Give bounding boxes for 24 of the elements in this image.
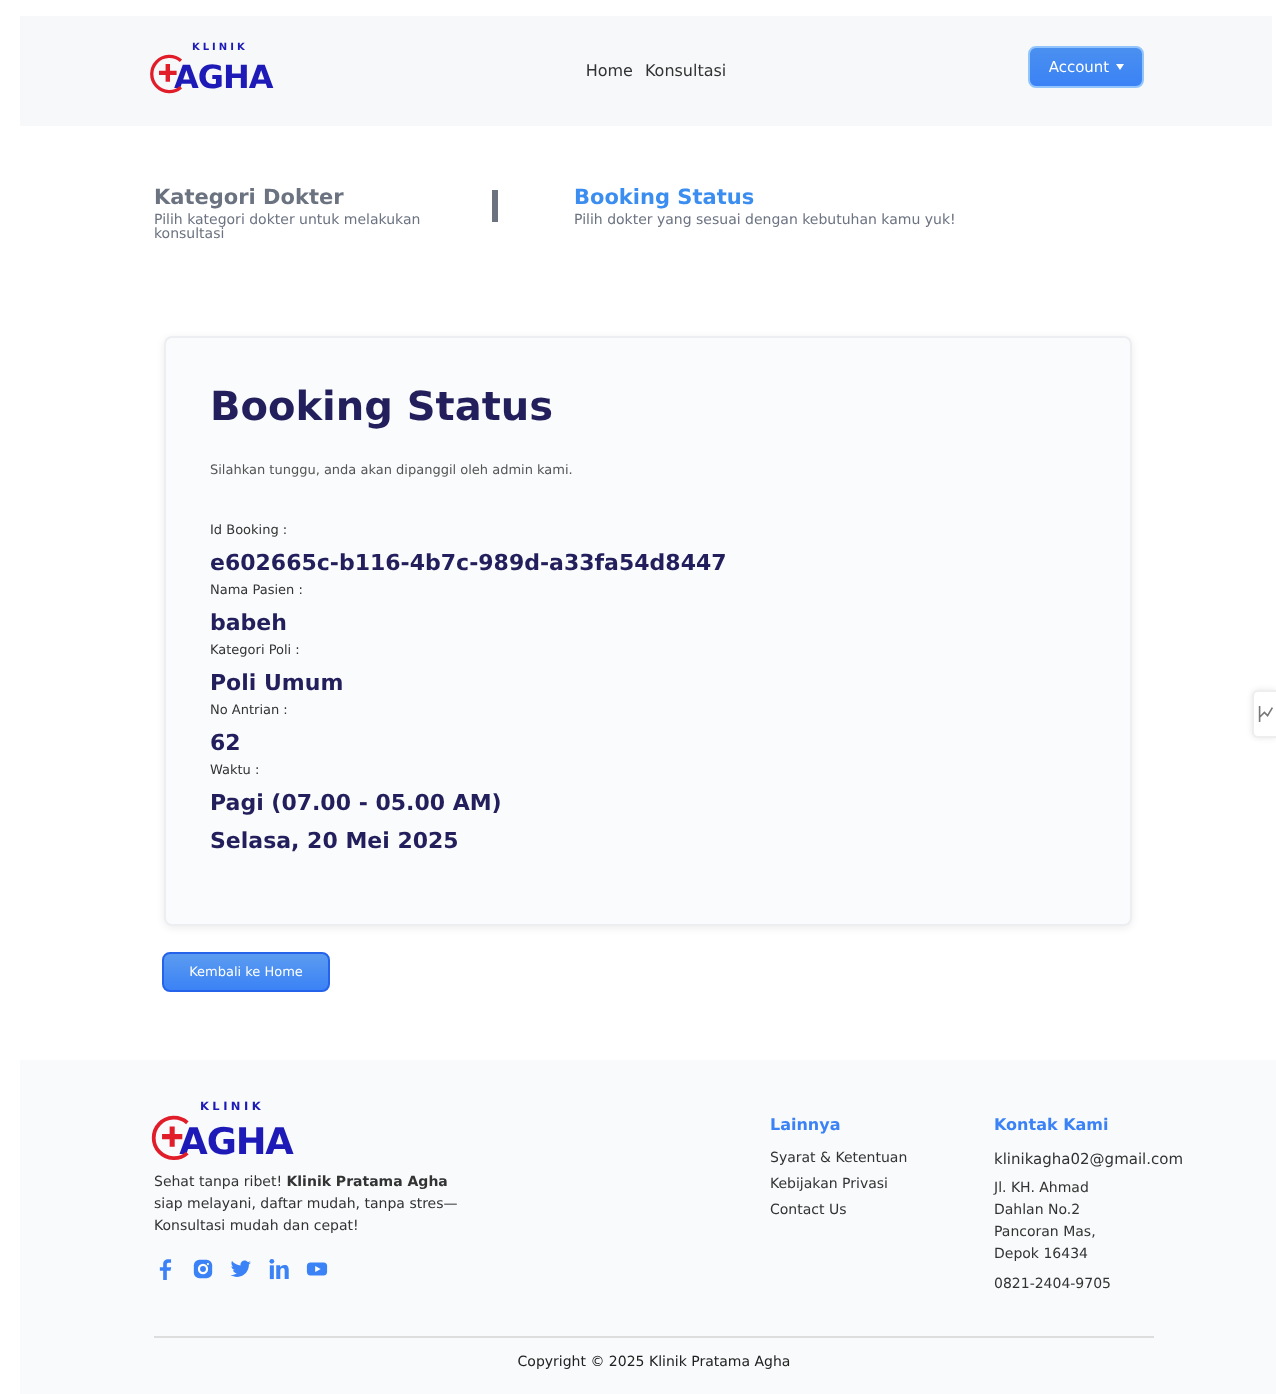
linkedin-icon[interactable]	[268, 1258, 290, 1280]
footer-heading: Kontak Kami	[994, 1116, 1111, 1134]
instagram-icon[interactable]	[192, 1258, 214, 1280]
field-value: Pagi (07.00 - 05.00 AM)	[210, 790, 504, 816]
caret-icon	[1115, 64, 1124, 70]
facebook-icon[interactable]	[154, 1258, 176, 1280]
nav-link[interactable]: Konsultasi	[644, 62, 727, 80]
step-title: Booking Status	[574, 186, 757, 210]
chart-line-icon	[1257, 704, 1273, 724]
footer-heading: Lainnya	[770, 1116, 843, 1134]
step-separator	[492, 190, 498, 222]
youtube-icon[interactable]	[306, 1258, 328, 1280]
field-value: Selasa, 20 Mei 2025	[210, 828, 461, 854]
field-value: Poli Umum	[210, 670, 346, 696]
field-value: babeh	[210, 610, 289, 636]
card-title: Booking Status	[210, 382, 556, 430]
field-value: e602665c-b116-4b7c-989d-a33fa54d8447	[210, 550, 729, 576]
nav-link[interactable]: Home	[585, 62, 633, 80]
logo-text: AGHA	[174, 59, 273, 95]
twitter-icon[interactable]	[230, 1258, 252, 1280]
side-tab-button[interactable]	[1252, 690, 1276, 738]
field-value: 62	[210, 730, 243, 756]
logo-text: AGHA	[179, 1121, 293, 1164]
step-title: Kategori Dokter	[154, 186, 346, 210]
